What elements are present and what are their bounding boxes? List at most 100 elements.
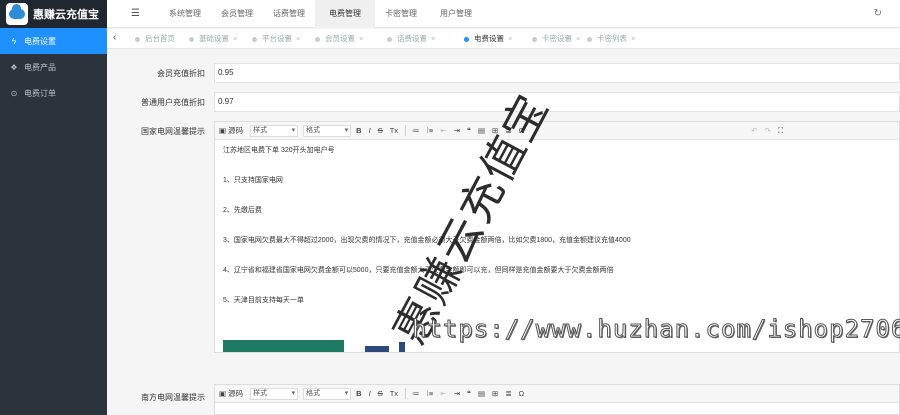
southern-grid-tips-label: 南方电网温馨提示	[141, 393, 205, 402]
tab-dot	[252, 36, 257, 42]
tab-label: 卡密设置	[542, 34, 572, 43]
sidebar: 惠赚云充值宝 ϟ 电费设置 ❖ 电费产品 ⊙ 电费订单	[0, 0, 107, 415]
tab-card-list[interactable]: 卡密列表 ×	[587, 29, 635, 49]
paragraph: 1、只支持国家电网	[223, 177, 283, 184]
tab-platform-settings[interactable]: 平台设置 ×	[252, 29, 300, 49]
tab-dot	[135, 36, 140, 42]
outdent-button[interactable]: ⇤	[440, 389, 446, 398]
tab-label: 卡密列表	[597, 34, 627, 43]
tab-label: 基础设置	[199, 34, 229, 43]
sidebar-item-electric-orders[interactable]: ⊙ 电费订单	[0, 80, 107, 106]
close-icon[interactable]: ×	[576, 34, 580, 43]
tab-basic-settings[interactable]: 基础设置 ×	[189, 29, 237, 49]
fullscreen-icon[interactable]: ⛶	[778, 126, 783, 136]
page-tabs: ‹ 后台首页 基础设置 × 平台设置 × 会员设置 × 话费设置 × 电费设置 × 卡密设…	[107, 29, 900, 49]
nav-tab-electric[interactable]: 电费管理	[315, 0, 375, 28]
sidebar-item-label: 电费产品	[24, 62, 56, 72]
clear-format-button[interactable]: Tx	[390, 126, 398, 135]
numbered-list-button[interactable]: ≔	[412, 126, 420, 135]
embedded-image	[223, 340, 344, 352]
cubes-icon: ❖	[10, 62, 18, 72]
editor-toolbar: ▣ 源码 样式 格式 B I S Tx ≔ ⁝≡ ⇤ ⇥ ❝ ▤ ⊞ ≣ Ω ↶…	[215, 122, 899, 140]
tab-phone-settings[interactable]: 话费设置 ×	[387, 29, 435, 49]
toolbar-divider	[405, 388, 407, 399]
refresh-icon[interactable]: ↻	[874, 8, 882, 19]
indent-button[interactable]: ⇥	[454, 126, 460, 135]
tab-label: 平台设置	[262, 34, 292, 43]
user-discount-label: 普通用户充值折扣	[141, 98, 205, 107]
close-icon[interactable]: ×	[508, 34, 512, 43]
clock-icon: ⊙	[10, 88, 18, 98]
watermark-url: https://www.huzhan.com/ishop27064	[412, 315, 900, 344]
style-select[interactable]: 样式	[250, 387, 299, 400]
sidebar-item-label: 电费设置	[24, 36, 56, 46]
bullet-list-button[interactable]: ⁝≡	[427, 389, 434, 398]
tab-card-settings[interactable]: 卡密设置 ×	[532, 29, 580, 49]
paragraph: 3、国家电网欠费最大不得超过2000，出现欠费的情况下，充值金额必须大于欠费金额…	[223, 237, 631, 244]
tab-label: 电费设置	[474, 34, 504, 43]
nav-tab-users[interactable]: 用户管理	[427, 0, 485, 28]
app-logo[interactable]: 惠赚云充值宝	[0, 0, 107, 28]
hr-button[interactable]: ≣	[505, 389, 511, 398]
menu-toggle-icon[interactable]: ☰	[131, 8, 140, 19]
nav-tab-phone[interactable]: 话费管理	[263, 0, 315, 28]
paragraph: 4、辽宁省和福建省国家电网欠费金额可以5000，只要充值金额大于欠费金额即可以充…	[223, 267, 614, 274]
toolbar-divider	[405, 125, 407, 136]
bold-button[interactable]: B	[356, 389, 361, 398]
paragraph: 2、先缴后费	[223, 207, 262, 214]
tabs-back-icon[interactable]: ‹	[113, 32, 116, 43]
italic-button[interactable]: I	[369, 126, 371, 135]
undo-icon[interactable]: ↶	[751, 126, 757, 135]
close-icon[interactable]: ×	[296, 34, 300, 43]
table-button[interactable]: ⊞	[492, 389, 498, 398]
embedded-image	[399, 342, 405, 352]
clear-format-button[interactable]: Tx	[390, 389, 398, 398]
strike-button[interactable]: S	[378, 389, 383, 398]
sidebar-item-electric-settings[interactable]: ϟ 电费设置	[0, 28, 107, 54]
nav-tab-members[interactable]: 会员管理	[211, 0, 263, 28]
tab-dot	[189, 36, 194, 42]
top-navbar: ☰ 系统管理 会员管理 话费管理 电费管理 卡密管理 用户管理 ↻	[107, 0, 900, 28]
quote-button[interactable]: ❝	[467, 126, 471, 135]
style-select[interactable]: 样式	[250, 124, 299, 137]
tab-dot	[315, 36, 320, 42]
image-button[interactable]: ▤	[478, 389, 485, 398]
bullet-list-button[interactable]: ⁝≡	[427, 126, 434, 135]
source-button[interactable]: ▣ 源码	[219, 125, 243, 136]
close-icon[interactable]: ×	[631, 34, 635, 43]
member-discount-input[interactable]: 0.95	[214, 63, 900, 83]
tab-dot	[464, 36, 469, 42]
indent-button[interactable]: ⇥	[454, 389, 460, 398]
paragraph: 江苏地区电费下单 320开头加电户号	[223, 147, 335, 154]
tab-home[interactable]: 后台首页	[135, 29, 175, 49]
member-discount-label: 会员充值折扣	[157, 69, 205, 78]
tab-electric-settings[interactable]: 电费设置 ×	[464, 29, 512, 49]
bold-button[interactable]: B	[356, 126, 361, 135]
embedded-image	[365, 346, 389, 352]
tab-member-settings[interactable]: 会员设置 ×	[315, 29, 363, 49]
logo-cloud-icon	[6, 3, 28, 25]
special-char-button[interactable]: Ω	[519, 389, 525, 398]
numbered-list-button[interactable]: ≔	[412, 389, 420, 398]
redo-icon[interactable]: ↷	[765, 126, 771, 135]
nav-tab-system[interactable]: 系统管理	[159, 0, 211, 28]
sidebar-item-electric-products[interactable]: ❖ 电费产品	[0, 54, 107, 80]
italic-button[interactable]: I	[369, 389, 371, 398]
tab-dot	[532, 36, 537, 42]
source-button[interactable]: ▣ 源码	[219, 388, 243, 399]
quote-button[interactable]: ❝	[467, 389, 471, 398]
format-select[interactable]: 格式	[303, 124, 352, 137]
tab-label: 话费设置	[397, 34, 427, 43]
outdent-button[interactable]: ⇤	[440, 126, 446, 135]
close-icon[interactable]: ×	[233, 34, 237, 43]
tab-dot	[387, 36, 392, 42]
source-label: 源码	[228, 389, 244, 398]
strike-button[interactable]: S	[378, 126, 383, 135]
close-icon[interactable]: ×	[431, 34, 435, 43]
bolt-icon: ϟ	[11, 36, 17, 46]
close-icon[interactable]: ×	[359, 34, 363, 43]
state-grid-tips-label: 国家电网温馨提示	[141, 127, 205, 136]
southern-grid-editor[interactable]: ▣ 源码 样式 格式 B I S Tx ≔ ⁝≡ ⇤ ⇥ ❝ ▤ ⊞ ≣ Ω	[214, 384, 900, 415]
format-select[interactable]: 格式	[303, 387, 352, 400]
nav-tab-cards[interactable]: 卡密管理	[375, 0, 427, 28]
